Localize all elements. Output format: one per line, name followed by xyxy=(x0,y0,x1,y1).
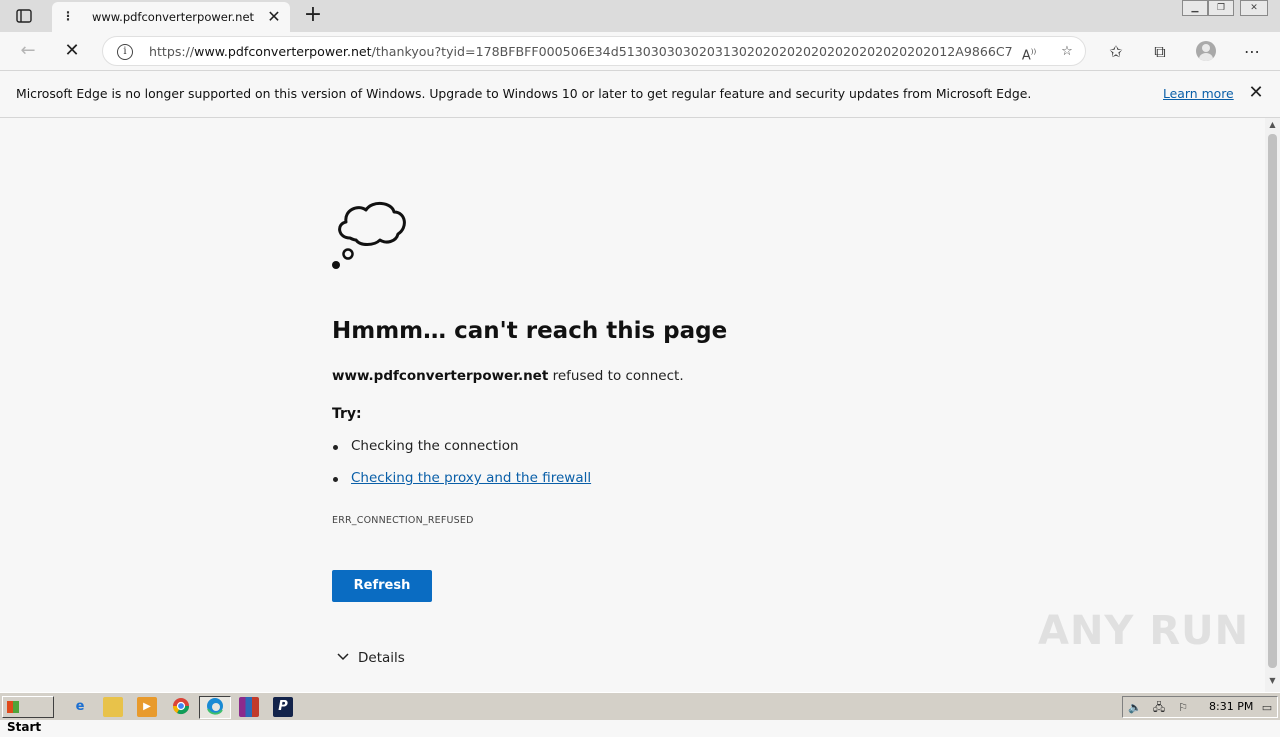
tab-strip: ⋮ www.pdfconverterpower.net ✕ + ▁ ❐ ✕ xyxy=(0,0,1280,32)
address-bar[interactable]: i https://www.pdfconverterpower.net/than… xyxy=(102,36,1086,66)
folder-icon[interactable] xyxy=(103,697,123,717)
tip-proxy-firewall: Checking the proxy and the firewall xyxy=(332,470,591,502)
scroll-down-icon[interactable]: ▼ xyxy=(1265,676,1280,688)
error-code: ERR_CONNECTION_REFUSED xyxy=(332,515,474,526)
site-info-icon[interactable]: i xyxy=(117,44,133,60)
tip-connection-text: Checking the connection xyxy=(351,438,519,454)
favorites-icon[interactable]: ✩ xyxy=(1105,41,1127,63)
scroll-up-icon[interactable]: ▲ xyxy=(1265,120,1280,132)
stop-loading-icon[interactable]: ✕ xyxy=(58,38,86,64)
learn-more-link[interactable]: Learn more xyxy=(1163,86,1234,101)
tab-title: www.pdfconverterpower.net xyxy=(92,10,255,24)
error-host: www.pdfconverterpower.net xyxy=(332,368,549,384)
error-description: www.pdfconverterpower.net refused to con… xyxy=(332,368,684,384)
volume-icon[interactable]: 🔈 xyxy=(1127,700,1143,716)
chrome-icon[interactable] xyxy=(171,697,191,717)
error-desc-suffix: refused to connect. xyxy=(548,368,684,384)
tab-actions-icon[interactable] xyxy=(8,4,40,28)
notice-close-icon[interactable]: ✕ xyxy=(1246,83,1266,103)
start-button[interactable]: Start xyxy=(2,696,54,734)
unsupported-notice-bar: Microsoft Edge is no longer supported on… xyxy=(0,70,1280,118)
back-arrow-icon[interactable]: ← xyxy=(14,38,42,64)
url-scheme: https:// xyxy=(149,44,195,59)
details-label: Details xyxy=(358,650,405,666)
winrar-icon[interactable] xyxy=(239,697,259,717)
start-label: Start xyxy=(7,720,42,734)
refresh-button[interactable]: Refresh xyxy=(332,570,432,602)
anyrun-watermark: ANY RUN xyxy=(1038,608,1250,654)
details-toggle[interactable]: Details xyxy=(336,650,405,670)
show-desktop-icon[interactable]: ▭ xyxy=(1259,700,1275,716)
action-center-flag-icon[interactable]: ⚐ xyxy=(1175,700,1191,716)
chevron-down-icon xyxy=(336,650,350,666)
taskbar: Start e ▶ P 🔈 🖧 ⚐ 8:31 PM ▭ xyxy=(0,692,1280,734)
close-window-button[interactable]: ✕ xyxy=(1240,0,1268,16)
read-aloud-icon[interactable]: A)) xyxy=(1019,43,1039,63)
restore-button[interactable]: ❐ xyxy=(1208,0,1234,16)
network-icon[interactable]: 🖧 xyxy=(1151,700,1167,716)
tips-list: Checking the connection Checking the pro… xyxy=(332,438,591,502)
minimize-button[interactable]: ▁ xyxy=(1182,0,1208,16)
url-text[interactable]: https://www.pdfconverterpower.net/thanky… xyxy=(149,44,1013,62)
media-player-icon[interactable]: ▶ xyxy=(137,697,157,717)
browser-tab[interactable]: ⋮ www.pdfconverterpower.net ✕ xyxy=(52,2,290,32)
scroll-thumb[interactable] xyxy=(1268,134,1277,668)
add-favorite-icon[interactable]: ☆ xyxy=(1057,43,1077,61)
tip-connection: Checking the connection xyxy=(332,438,591,470)
tab-loading-icon: ⋮ xyxy=(62,9,74,23)
more-menu-icon[interactable]: ⋯ xyxy=(1241,41,1263,63)
vertical-scrollbar[interactable]: ▲ ▼ xyxy=(1265,118,1280,692)
system-tray: 🔈 🖧 ⚐ 8:31 PM ▭ xyxy=(1122,696,1278,718)
address-toolbar: ← ✕ i https://www.pdfconverterpower.net/… xyxy=(0,32,1280,70)
profile-avatar[interactable] xyxy=(1196,41,1216,61)
tab-close-icon[interactable]: ✕ xyxy=(264,7,284,27)
error-title: Hmmm… can't reach this page xyxy=(332,318,728,344)
pdf-app-icon[interactable]: P xyxy=(273,697,293,717)
notice-text: Microsoft Edge is no longer supported on… xyxy=(16,86,1032,101)
collections-icon[interactable]: ⧉ xyxy=(1149,41,1171,63)
new-tab-icon[interactable]: + xyxy=(302,4,324,26)
proxy-firewall-link[interactable]: Checking the proxy and the firewall xyxy=(351,470,591,486)
windows-flag-icon xyxy=(7,701,19,713)
clock[interactable]: 8:31 PM xyxy=(1209,700,1253,713)
url-path: /thankyou?tyid=178BFBFF000506E34d5130303… xyxy=(371,44,1013,59)
ie-icon[interactable]: e xyxy=(70,697,90,717)
url-host: www.pdfconverterpower.net xyxy=(194,44,372,59)
edge-icon[interactable] xyxy=(205,697,225,717)
thought-cloud-icon xyxy=(332,202,406,269)
error-page: Hmmm… can't reach this page www.pdfconve… xyxy=(0,118,1265,692)
try-label: Try: xyxy=(332,406,362,422)
